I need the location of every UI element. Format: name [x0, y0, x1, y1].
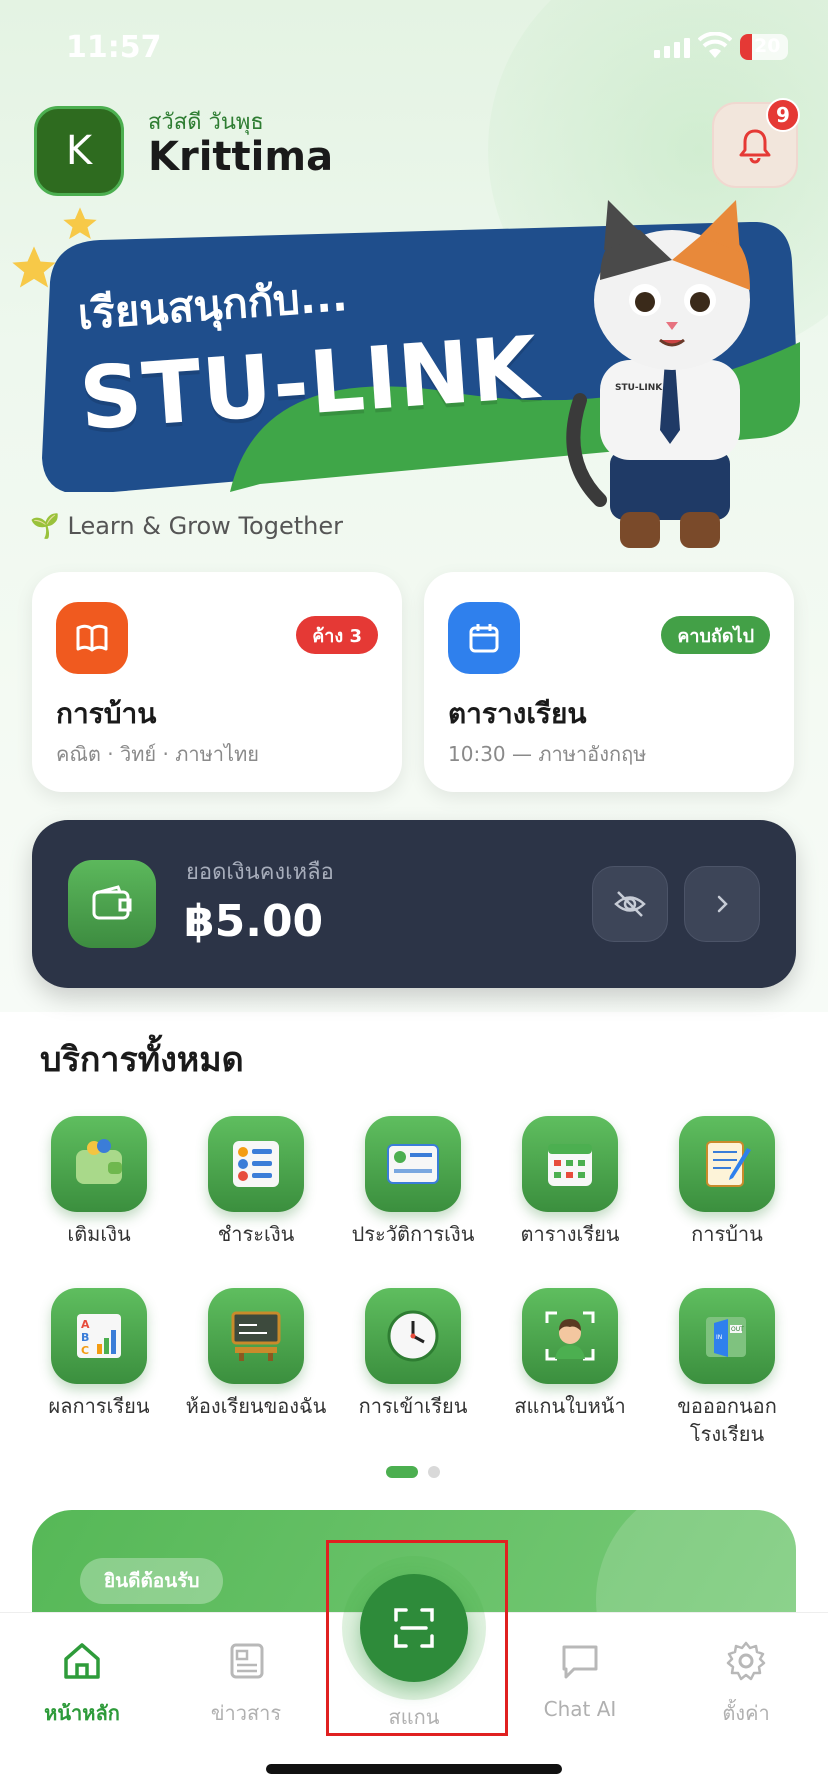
balance-card: ยอดเงินคงเหลือ ฿5.00 — [32, 820, 796, 988]
service-face-scan[interactable]: สแกนใบหน้า — [491, 1288, 649, 1420]
wallet-topup-icon — [51, 1116, 147, 1212]
card-title: การบ้าน — [56, 697, 157, 730]
news-icon — [230, 1643, 264, 1679]
nav-label: หน้าหลัก — [44, 1701, 120, 1725]
wifi-icon — [698, 32, 732, 58]
finance-history-icon — [365, 1116, 461, 1212]
mascot-shirt-text: STU-LINK — [615, 383, 663, 393]
welcome-pill: ยินดีต้อนรับ — [80, 1558, 224, 1604]
service-label: การบ้าน — [691, 1222, 763, 1246]
svg-text:OUT: OUT — [731, 1326, 744, 1333]
chat-icon — [562, 1645, 598, 1679]
page-dot-active — [386, 1466, 418, 1478]
status-bar: 11:57 20 — [0, 0, 828, 100]
page-dot — [428, 1466, 440, 1478]
user-name: Krittima — [148, 134, 334, 180]
nav-chat-ai[interactable]: Chat AI — [510, 1639, 650, 1721]
service-grades[interactable]: ABC ผลการเรียน — [20, 1288, 178, 1420]
service-payment[interactable]: ชำระเงิน — [177, 1116, 335, 1248]
service-topup[interactable]: เติมเงิน — [20, 1116, 178, 1248]
service-label: ชำระเงิน — [217, 1222, 295, 1246]
service-homework[interactable]: การบ้าน — [648, 1116, 806, 1248]
settings-gear-icon — [726, 1641, 766, 1681]
service-label: สแกนใบหน้า — [514, 1394, 626, 1418]
service-label: ผลการเรียน — [48, 1394, 150, 1418]
card-title: ตารางเรียน — [448, 697, 587, 730]
attendance-clock-icon — [365, 1288, 461, 1384]
balance-amount: ฿5.00 — [184, 896, 324, 947]
homework-card[interactable]: ค้าง 3 การบ้าน คณิต · วิทย์ · ภาษาไทย — [32, 572, 402, 792]
schedule-card[interactable]: คาบถัดไป ตารางเรียน 10:30 — ภาษาอังกฤษ — [424, 572, 794, 792]
page-indicator[interactable] — [386, 1466, 440, 1478]
eye-off-icon — [614, 891, 646, 917]
service-leave-school[interactable]: OUT IN ขอออกนอกโรงเรียน — [648, 1288, 806, 1448]
service-attendance[interactable]: การเข้าเรียน — [334, 1288, 492, 1420]
notification-badge: 9 — [766, 98, 800, 132]
bell-icon — [739, 129, 771, 164]
service-my-classroom[interactable]: ห้องเรียนของฉัน — [177, 1288, 335, 1420]
service-label: การเข้าเรียน — [358, 1394, 468, 1418]
nav-news[interactable]: ข่าวสาร — [176, 1639, 316, 1729]
banner-tagline: 🌱 Learn & Grow Together — [30, 512, 343, 540]
status-time: 11:57 — [66, 30, 162, 65]
service-label: ขอออกนอกโรงเรียน — [677, 1394, 777, 1446]
chevron-right-icon — [717, 895, 728, 913]
svg-text:C: C — [81, 1344, 89, 1357]
service-label: ตารางเรียน — [520, 1222, 620, 1246]
balance-label: ยอดเงินคงเหลือ — [186, 860, 334, 885]
avatar[interactable]: K — [34, 106, 124, 196]
nav-home[interactable]: หน้าหลัก — [12, 1639, 152, 1729]
service-label: ห้องเรียนของฉัน — [185, 1394, 327, 1418]
nav-label: Chat AI — [543, 1697, 617, 1721]
next-class-badge: คาบถัดไป — [661, 616, 770, 654]
service-timetable[interactable]: ตารางเรียน — [491, 1116, 649, 1248]
star-decoration-icon — [63, 207, 97, 239]
homework-notebook-icon — [679, 1116, 775, 1212]
scan-highlight-box — [326, 1540, 508, 1736]
nav-settings[interactable]: ตั้งค่า — [676, 1639, 816, 1729]
exit-door-icon: OUT IN — [679, 1288, 775, 1384]
cat-mascot-illustration: STU-LINK — [566, 200, 750, 548]
classroom-board-icon — [208, 1288, 304, 1384]
calendar-icon — [448, 602, 520, 674]
payment-list-icon — [208, 1116, 304, 1212]
cellular-signal-icon — [654, 38, 690, 58]
service-label: ประวัติการเงิน — [351, 1222, 475, 1246]
service-finance-history[interactable]: ประวัติการเงิน — [334, 1116, 492, 1248]
service-label: เติมเงิน — [67, 1222, 131, 1246]
face-scan-icon — [522, 1288, 618, 1384]
services-title: บริการทั้งหมด — [40, 1040, 244, 1080]
battery-level: 20 — [754, 35, 781, 57]
balance-detail-button[interactable] — [684, 866, 760, 942]
hide-balance-button[interactable] — [592, 866, 668, 942]
svg-text:A: A — [81, 1318, 90, 1331]
book-icon — [56, 602, 128, 674]
pending-badge: ค้าง 3 — [296, 616, 378, 654]
home-indicator — [266, 1764, 562, 1774]
svg-text:B: B — [81, 1331, 89, 1344]
card-subtitle: คณิต · วิทย์ · ภาษาไทย — [56, 742, 259, 766]
nav-label: ข่าวสาร — [210, 1701, 282, 1725]
grades-chart-icon: ABC — [51, 1288, 147, 1384]
wallet-icon — [68, 860, 156, 948]
card-subtitle: 10:30 — ภาษาอังกฤษ — [448, 742, 647, 766]
timetable-icon — [522, 1116, 618, 1212]
star-decoration-icon — [12, 246, 56, 288]
nav-label: ตั้งค่า — [722, 1701, 770, 1725]
home-icon — [64, 1643, 100, 1679]
svg-text:IN: IN — [716, 1334, 722, 1341]
battery-icon: 20 — [740, 34, 788, 60]
